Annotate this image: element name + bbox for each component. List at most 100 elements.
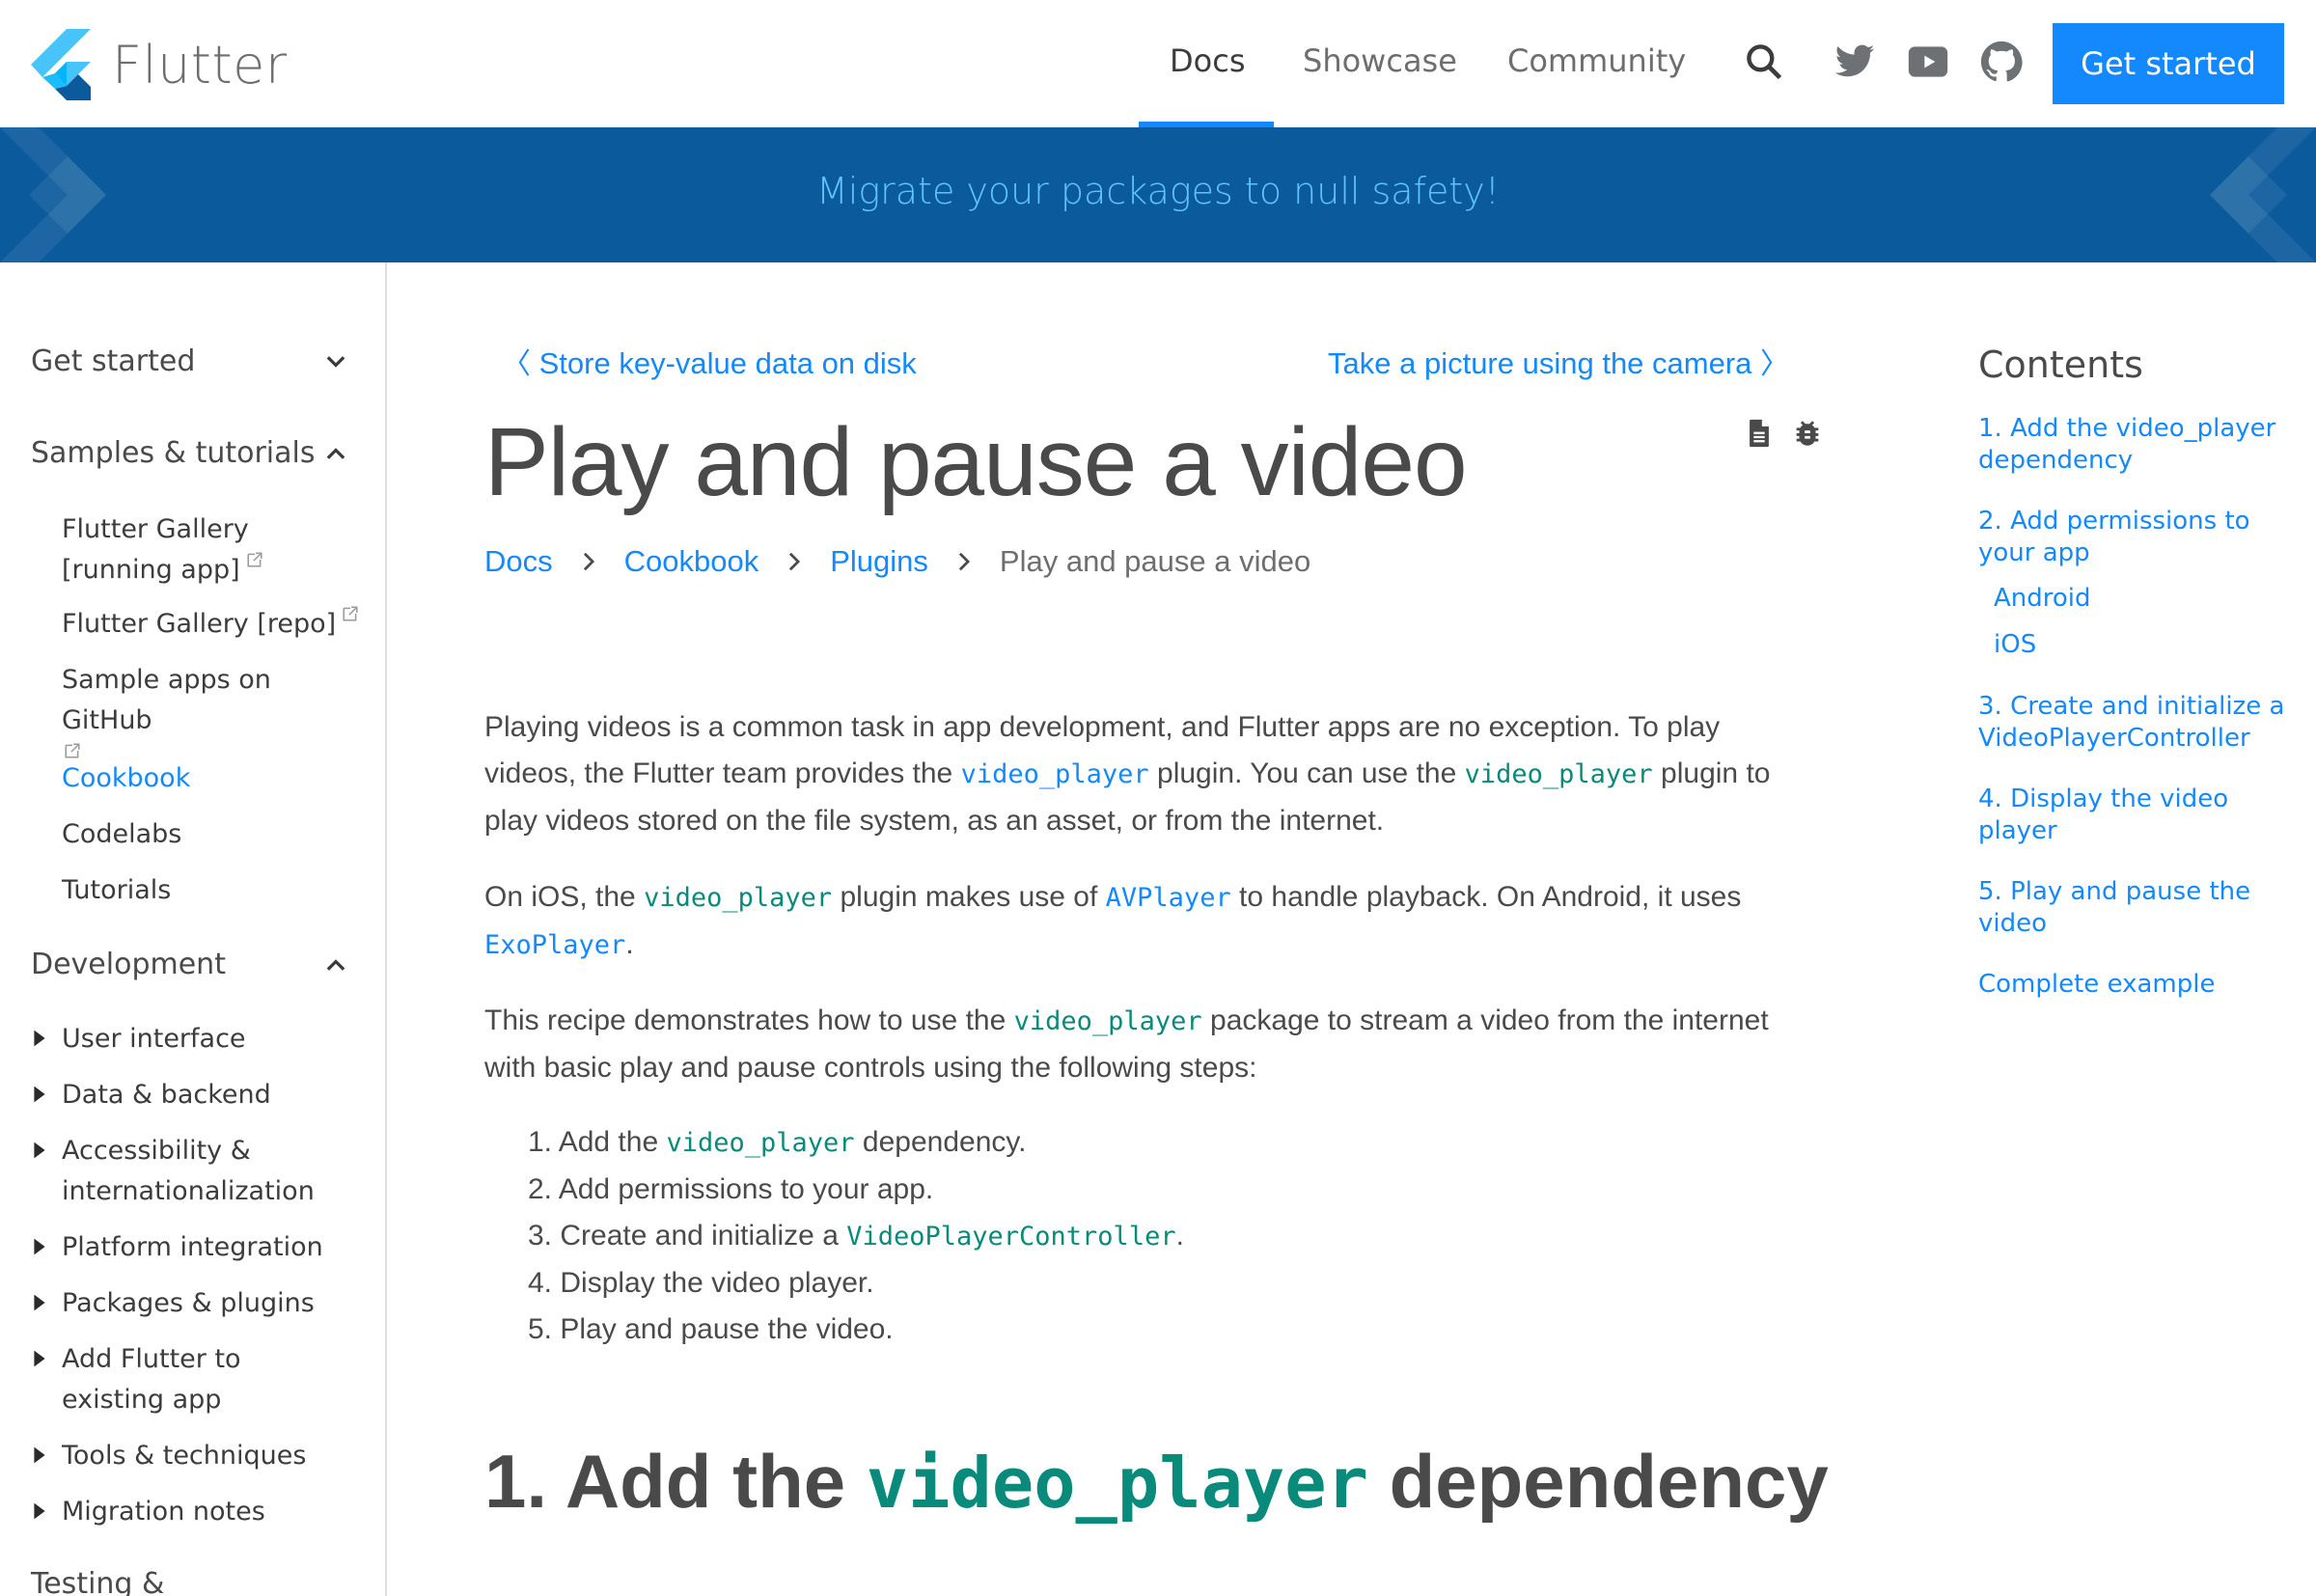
toc-item[interactable]: iOS bbox=[1994, 629, 2302, 661]
chevron-right-icon: 〉 bbox=[1760, 348, 1790, 380]
step-item: 1. Add the video_player dependency. bbox=[528, 1126, 1027, 1158]
flutter-logo[interactable]: Flutter bbox=[31, 29, 288, 100]
sidebar-item-data-backend[interactable]: Data & backend bbox=[34, 1075, 361, 1115]
breadcrumb: Docs Cookbook Plugins Play and pause a v… bbox=[484, 544, 1310, 579]
sidebar-item-flutter-gallery-repo[interactable]: Flutter Gallery [repo] bbox=[62, 604, 361, 645]
banner-link[interactable]: Migrate your packages to null safety! bbox=[0, 170, 2316, 212]
github-icon[interactable] bbox=[1980, 41, 2023, 83]
sidebar-item-migration-notes[interactable]: Migration notes bbox=[34, 1492, 361, 1532]
toc-item[interactable]: 2. Add permissions to your app bbox=[1978, 506, 2287, 569]
bug-icon[interactable] bbox=[1791, 417, 1824, 450]
sidebar-item-flutter-gallery-running[interactable]: Flutter Gallery [running app] bbox=[62, 509, 361, 591]
sidebar-item-label: Tools & techniques bbox=[62, 1441, 307, 1471]
chevron-up-icon bbox=[326, 447, 345, 459]
breadcrumb-docs[interactable]: Docs bbox=[484, 544, 553, 579]
text: plugin makes use of bbox=[832, 881, 1106, 913]
ios-android-paragraph: On iOS, the video_player plugin makes us… bbox=[484, 874, 1816, 969]
expand-arrow-icon bbox=[34, 1446, 45, 1464]
sidebar-item-label: Flutter Gallery [running app] bbox=[62, 514, 249, 585]
external-link-icon bbox=[343, 606, 358, 621]
sidebar-item-add-to-app[interactable]: Add Flutter to existing app bbox=[34, 1339, 342, 1420]
text: to handle playback. On Android, it uses bbox=[1230, 881, 1742, 913]
prev-page-label: Store key-value data on disk bbox=[538, 346, 917, 380]
sidebar-nav: Get started Samples & tutorials Flutter … bbox=[0, 262, 387, 1596]
sidebar-section-development[interactable]: Development bbox=[31, 948, 349, 981]
sidebar-section-samples[interactable]: Samples & tutorials bbox=[31, 436, 349, 470]
sidebar-item-label: Packages & plugins bbox=[62, 1288, 315, 1318]
sidebar-item-label: Accessibility & internationalization bbox=[62, 1136, 315, 1206]
toc-item[interactable]: Complete example bbox=[1978, 969, 2287, 1001]
sidebar-item-codelabs[interactable]: Codelabs bbox=[62, 814, 361, 855]
sidebar-section-testing[interactable]: Testing & bbox=[31, 1567, 349, 1596]
sidebar-item-label: Data & backend bbox=[62, 1080, 271, 1110]
step-item: 5. Play and pause the video. bbox=[528, 1313, 894, 1345]
brand-name: Flutter bbox=[112, 34, 288, 96]
sidebar-item-packages-plugins[interactable]: Packages & plugins bbox=[34, 1283, 361, 1324]
sidebar-item-user-interface[interactable]: User interface bbox=[34, 1019, 361, 1059]
recipe-paragraph: This recipe demonstrates how to use the … bbox=[484, 998, 1816, 1091]
get-started-button[interactable]: Get started bbox=[2053, 23, 2284, 104]
nav-showcase[interactable]: Showcase bbox=[1303, 42, 1457, 79]
sidebar-item-label: Add Flutter to existing app bbox=[62, 1344, 241, 1415]
expand-arrow-icon bbox=[34, 1030, 45, 1047]
youtube-icon[interactable] bbox=[1907, 41, 1949, 83]
expand-arrow-icon bbox=[34, 1086, 45, 1103]
sidebar-item-tools-techniques[interactable]: Tools & techniques bbox=[34, 1436, 361, 1476]
inline-code: video_player bbox=[644, 883, 833, 913]
sidebar-item-tutorials[interactable]: Tutorials bbox=[62, 870, 361, 911]
nav-docs[interactable]: Docs bbox=[1170, 42, 1245, 79]
toc-item[interactable]: 5. Play and pause the video bbox=[1978, 876, 2258, 940]
sidebar-item-accessibility[interactable]: Accessibility & internationalization bbox=[34, 1131, 315, 1212]
expand-arrow-icon bbox=[34, 1502, 45, 1520]
avplayer-link[interactable]: AVPlayer bbox=[1106, 883, 1231, 913]
expand-arrow-icon bbox=[34, 1238, 45, 1255]
toc-item[interactable]: 1. Add the video_player dependency bbox=[1978, 413, 2287, 477]
section-heading-add-dependency: 1. Add the video_player dependency bbox=[484, 1438, 1829, 1526]
toc-item[interactable]: 4. Display the video player bbox=[1978, 784, 2229, 847]
page-title: Play and pause a video bbox=[484, 408, 1468, 516]
chevron-right-icon bbox=[789, 552, 801, 571]
main-content: 〈 Store key-value data on disk Take a pi… bbox=[388, 262, 1930, 1596]
external-link-icon bbox=[247, 552, 262, 567]
nav-community[interactable]: Community bbox=[1507, 42, 1686, 79]
toc-item[interactable]: 3. Create and initialize a VideoPlayerCo… bbox=[1978, 691, 2297, 755]
text: . bbox=[625, 928, 634, 960]
sidebar-section-label: Samples & tutorials bbox=[31, 436, 316, 470]
heading-text: dependency bbox=[1367, 1439, 1829, 1524]
heading-text: 1. Add the bbox=[484, 1439, 867, 1524]
sidebar-item-platform-integration[interactable]: Platform integration bbox=[34, 1227, 361, 1268]
inline-code: video_player bbox=[666, 1128, 855, 1158]
expand-arrow-icon bbox=[34, 1294, 45, 1311]
breadcrumb-cookbook[interactable]: Cookbook bbox=[624, 544, 759, 579]
search-icon[interactable] bbox=[1743, 41, 1785, 83]
breadcrumb-current: Play and pause a video bbox=[999, 544, 1311, 578]
sidebar-item-cookbook[interactable]: Cookbook bbox=[62, 758, 361, 799]
chevron-right-icon bbox=[583, 552, 594, 571]
video-player-link[interactable]: video_player bbox=[961, 759, 1149, 789]
step-item: 2. Add permissions to your app. bbox=[528, 1173, 934, 1205]
sidebar-item-label: Platform integration bbox=[62, 1232, 323, 1262]
expand-arrow-icon bbox=[34, 1142, 45, 1159]
text: plugin. You can use the bbox=[1148, 757, 1465, 789]
inline-code: VideoPlayerController bbox=[846, 1222, 1176, 1252]
toc-title: Contents bbox=[1978, 344, 2143, 386]
heading-code: video_player bbox=[866, 1443, 1368, 1524]
twitter-icon[interactable] bbox=[1834, 41, 1876, 83]
steps-list: 1. Add the video_player dependency. 2. A… bbox=[528, 1119, 1184, 1353]
chevron-left-icon: 〈 bbox=[502, 348, 531, 380]
sidebar-item-label: Sample apps on GitHub bbox=[62, 665, 271, 735]
toc-item[interactable]: Android bbox=[1994, 583, 2302, 615]
sidebar-section-label: Get started bbox=[31, 344, 196, 378]
prev-page-link[interactable]: 〈 Store key-value data on disk bbox=[502, 340, 917, 382]
exoplayer-link[interactable]: ExoPlayer bbox=[484, 930, 625, 960]
sidebar-section-get-started[interactable]: Get started bbox=[31, 344, 349, 378]
step-item: 4. Display the video player. bbox=[528, 1267, 874, 1299]
step-item: 3. Create and initialize a VideoPlayerCo… bbox=[528, 1220, 1184, 1252]
sidebar-item-label: User interface bbox=[62, 1024, 246, 1054]
text: On iOS, the bbox=[484, 881, 645, 913]
sidebar-section-label: Testing & bbox=[31, 1567, 165, 1596]
next-page-link[interactable]: Take a picture using the camera 〉 bbox=[1328, 340, 1789, 382]
breadcrumb-plugins[interactable]: Plugins bbox=[830, 544, 928, 579]
text: This recipe demonstrates how to use the bbox=[484, 1004, 1014, 1036]
document-icon[interactable] bbox=[1743, 417, 1776, 450]
